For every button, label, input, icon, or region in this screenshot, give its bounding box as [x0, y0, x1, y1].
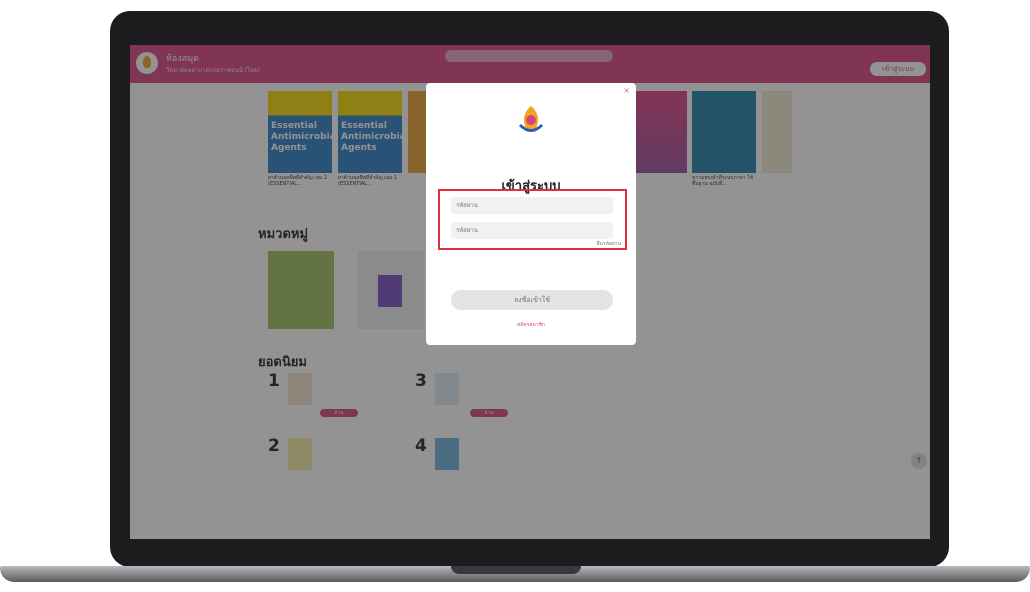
college-logo-icon [519, 106, 543, 132]
laptop-base-notch [451, 566, 581, 574]
password-input[interactable] [451, 222, 613, 239]
register-link[interactable]: สมัครสมาชิก [426, 321, 636, 329]
close-icon[interactable]: × [623, 86, 630, 95]
username-input[interactable] [451, 197, 613, 214]
screen: ห้องสมุด วิทยาลัยพยาบาลบรมราชชนนี (ไทย) … [130, 45, 930, 539]
laptop-chin [130, 539, 930, 567]
login-submit-button[interactable]: ลงชื่อเข้าใช้ [451, 290, 613, 310]
login-modal: × เข้าสู่ระบบ ลืมรหัสผ่าน ลงชื่อเข้าใช้ … [426, 83, 636, 345]
forgot-password-link[interactable]: ลืมรหัสผ่าน [596, 240, 621, 248]
